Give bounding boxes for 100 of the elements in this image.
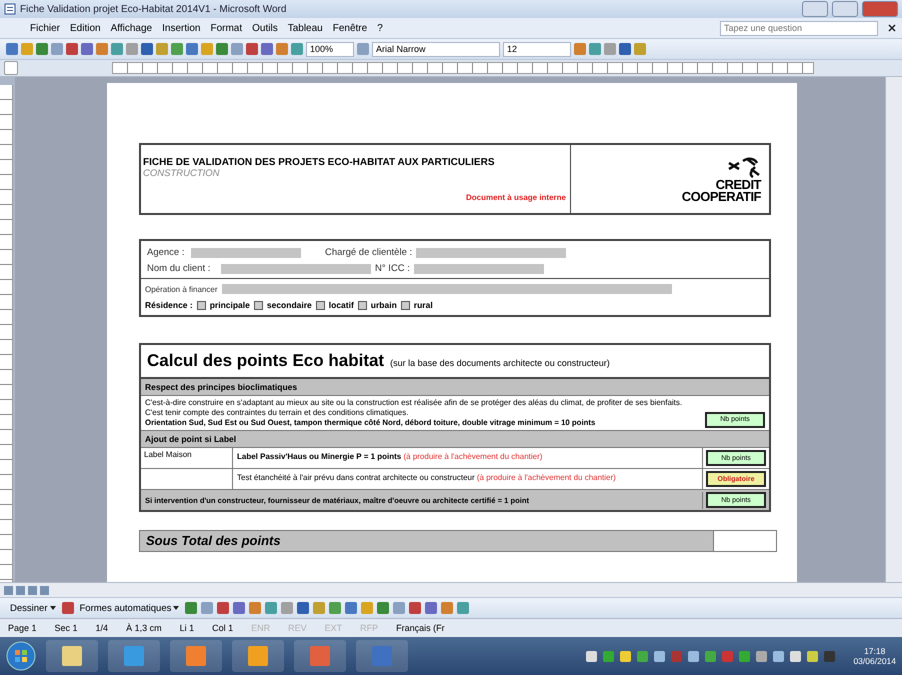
close-icon[interactable] <box>888 24 896 32</box>
menu-item[interactable]: Insertion <box>162 22 200 34</box>
internal-use-note: Document à usage interne <box>466 193 566 202</box>
menu-item[interactable]: Format <box>210 22 242 34</box>
minimize-button[interactable] <box>802 1 828 17</box>
field-label: Nom du client : <box>147 263 212 274</box>
zoom-dropdown[interactable]: 100% <box>306 42 354 56</box>
tray-icon[interactable] <box>586 650 598 662</box>
toolbar-icon[interactable] <box>377 602 390 614</box>
draw-menu-button[interactable]: Dessiner <box>8 602 58 614</box>
toolbar-icon[interactable] <box>619 43 631 55</box>
tray-icon[interactable] <box>654 650 666 662</box>
status-item: EXT <box>324 623 342 633</box>
logo-text: CREDIT <box>716 179 761 191</box>
close-button[interactable] <box>862 1 898 17</box>
checkbox[interactable] <box>400 300 410 310</box>
checkbox-label: secondaire <box>266 300 312 310</box>
caret-icon <box>50 606 56 610</box>
font-dropdown[interactable]: Arial Narrow <box>372 42 500 56</box>
status-item: Sec 1 <box>54 623 78 633</box>
menu-item[interactable]: Fenêtre <box>332 22 368 34</box>
toolbar-icon[interactable] <box>233 602 246 614</box>
start-button[interactable] <box>6 641 36 671</box>
toolbar-icon[interactable] <box>345 602 358 614</box>
word-document-icon <box>4 3 16 15</box>
taskbar-app-icon[interactable] <box>294 640 346 672</box>
vertical-scrollbar[interactable] <box>885 77 902 582</box>
tray-icon[interactable] <box>705 650 716 662</box>
taskbar-app-icon[interactable] <box>232 640 284 672</box>
toolbar-icon[interactable] <box>217 602 230 614</box>
tray-icon[interactable] <box>603 650 614 662</box>
checkbox[interactable] <box>254 300 263 310</box>
help-search-field[interactable]: Tapez une question <box>720 20 878 36</box>
tray-icon[interactable] <box>807 650 818 662</box>
maximize-button[interactable] <box>832 1 858 17</box>
taskbar-app-icon[interactable] <box>170 640 222 672</box>
horizontal-scrollbar[interactable] <box>0 582 902 597</box>
tab-stop-icon[interactable] <box>4 61 18 75</box>
menu-item[interactable]: ? <box>377 22 383 34</box>
toolbar-icon[interactable] <box>457 602 470 614</box>
toolbar-icon[interactable] <box>393 602 406 614</box>
table-title: Calcul des points Eco habitat <box>147 351 384 371</box>
checkbox[interactable] <box>316 300 325 310</box>
toolbar-icon[interactable] <box>281 602 294 614</box>
window-title: Fiche Validation projet Eco-Habitat 2014V1 - Microsoft Word <box>20 4 288 14</box>
criterion-text: Label Passiv'Haus ou Minergie P = 1 points (à produire à l'achèvement du chantier) <box>237 452 542 461</box>
form-field[interactable] <box>221 264 371 274</box>
toolbar-icon[interactable] <box>297 602 310 614</box>
toolbar-icon[interactable] <box>66 43 78 55</box>
toolbar-icon[interactable] <box>141 43 153 55</box>
toolbar-icon[interactable] <box>185 602 198 614</box>
form-field[interactable] <box>414 264 544 274</box>
toolbar-icon[interactable] <box>409 602 422 614</box>
status-item: REV <box>288 623 307 633</box>
autoshapes-button[interactable]: Formes automatiques <box>78 602 182 614</box>
toolbar-icon[interactable] <box>425 602 438 614</box>
menu-item[interactable]: Edition <box>70 22 101 34</box>
form-subtitle: CONSTRUCTION <box>143 168 221 179</box>
form-field[interactable] <box>222 284 672 294</box>
tray-icon[interactable] <box>790 650 802 662</box>
caret-icon <box>173 606 180 610</box>
menu-item[interactable]: Outils <box>252 22 278 34</box>
form-field[interactable] <box>191 248 301 258</box>
checkbox-label: locatif <box>328 300 354 310</box>
field-label: Opération à financer <box>145 284 218 294</box>
tray-icon[interactable] <box>739 650 750 662</box>
toolbar-icon[interactable] <box>249 602 262 614</box>
toolbar-icon[interactable] <box>265 602 278 614</box>
tray-icon[interactable] <box>773 650 784 662</box>
status-item: Français (Fr <box>396 623 445 633</box>
toolbar-icon[interactable] <box>441 602 454 614</box>
checkbox-label: rural <box>414 300 433 310</box>
form-title: FICHE DE VALIDATION DES PROJETS ECO-HABITAT AUX PARTICULIERS <box>143 157 496 168</box>
description-text: C'est-à-dire construire en s'adaptant au mieux au site ou la construction est réalisée afin de se protéger des aléas du climat, de profiter de ses bienfaits. C'est tenir compte des contraintes du terrain et des conditions climatiques. <box>145 398 684 418</box>
status-item: ENR <box>251 623 270 633</box>
taskbar-app-icon[interactable] <box>46 640 98 672</box>
tray-icon[interactable] <box>637 650 648 662</box>
toolbar-icon[interactable] <box>246 43 258 55</box>
horizontal-ruler[interactable] <box>112 62 814 74</box>
menu-item[interactable]: Fichier <box>30 22 60 34</box>
tray-icon[interactable] <box>756 650 768 662</box>
checkbox[interactable] <box>196 300 206 310</box>
toolbar-icon[interactable] <box>313 602 326 614</box>
taskbar-app-icon[interactable] <box>108 640 160 672</box>
status-item: 1/4 <box>96 623 108 633</box>
clock[interactable]: 17:18 03/06/2014 <box>853 646 896 666</box>
menu-item[interactable]: Tableau <box>288 22 323 34</box>
tray-icon[interactable] <box>688 650 700 662</box>
menu-item[interactable]: Affichage <box>110 22 152 34</box>
tray-icon[interactable] <box>620 650 632 662</box>
toolbar-icon[interactable] <box>329 602 342 614</box>
logo-text: COOPERATIF <box>682 191 761 203</box>
vertical-ruler[interactable] <box>0 85 13 582</box>
form-field[interactable] <box>416 248 566 258</box>
category-label: Label Maison <box>144 450 192 459</box>
checkbox[interactable] <box>358 300 367 310</box>
toolbar-icon[interactable] <box>62 602 74 614</box>
font-size-dropdown[interactable]: 12 <box>503 42 571 56</box>
toolbar-icon[interactable] <box>201 602 214 614</box>
status-item: Li 1 <box>180 623 194 633</box>
